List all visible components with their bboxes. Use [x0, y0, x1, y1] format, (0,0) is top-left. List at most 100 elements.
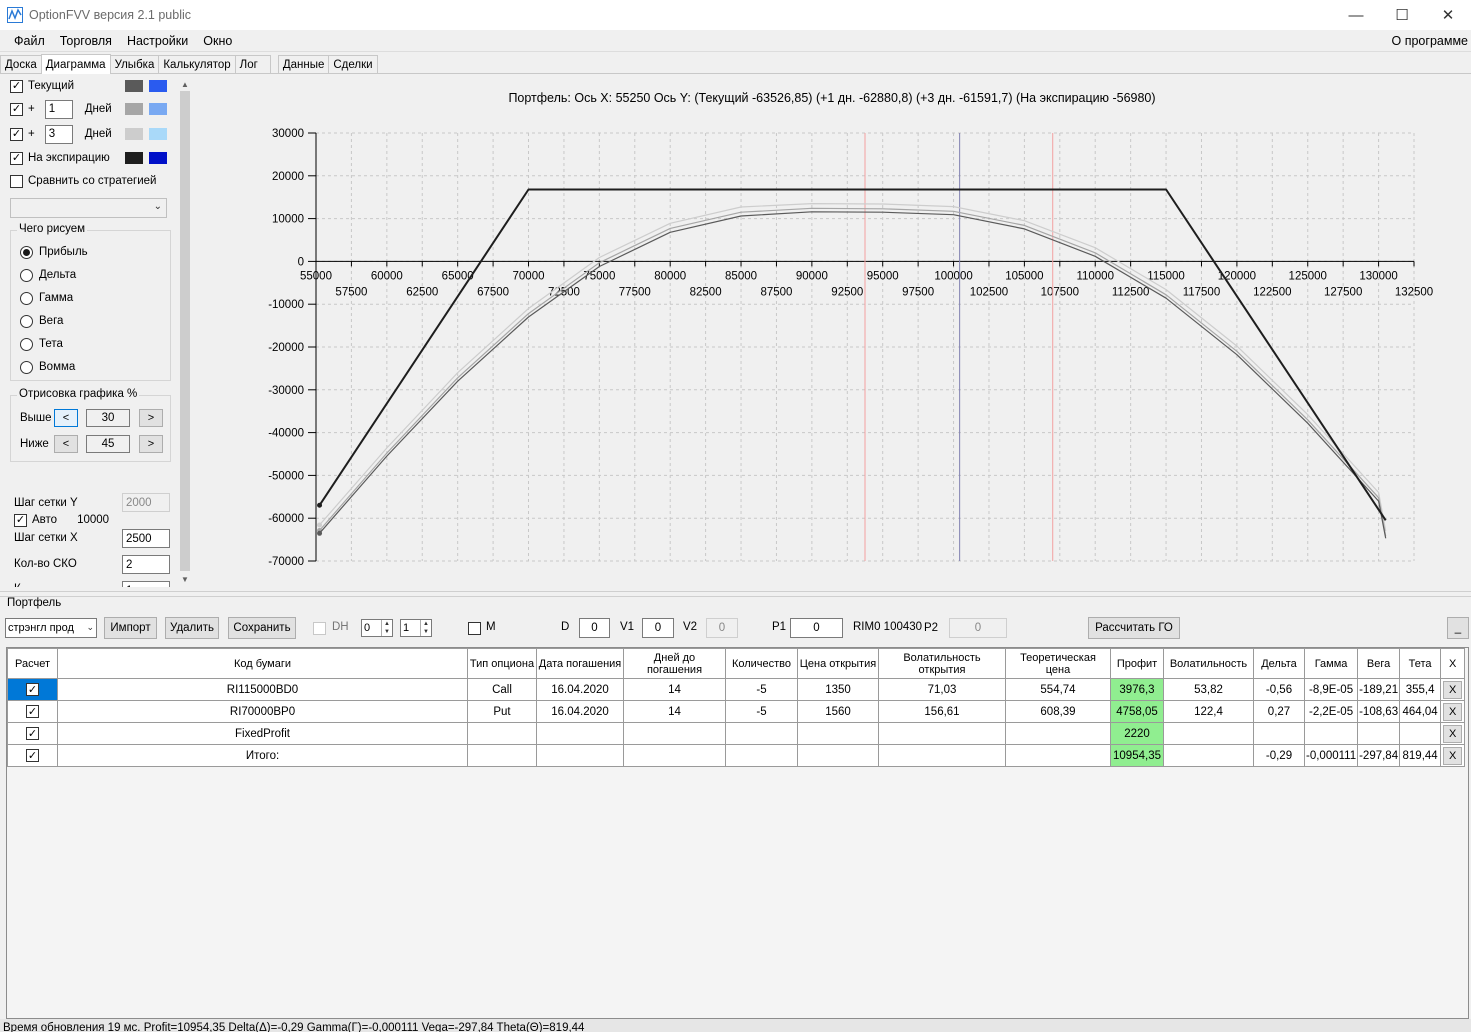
cell-vol[interactable]: 122,4	[1163, 700, 1254, 723]
cell-price[interactable]: 1350	[797, 678, 879, 701]
radio-theta-row[interactable]: Тета	[20, 334, 63, 354]
tab-smile[interactable]: Улыбка	[109, 55, 160, 73]
remove-row-button[interactable]: X	[1443, 724, 1463, 743]
cell-date[interactable]	[536, 722, 624, 745]
header-col-theta[interactable]: Тета	[1399, 648, 1442, 679]
cell-profit[interactable]: 4758,05	[1110, 700, 1164, 723]
radio-gamma-row[interactable]: Гамма	[20, 288, 73, 308]
profit-chart[interactable]: 3000020000100000-10000-20000-30000-40000…	[193, 75, 1471, 587]
p1-input[interactable]: 0	[790, 618, 843, 638]
cell-profit[interactable]: 10954,35	[1110, 744, 1164, 767]
cut-input[interactable]: 1	[122, 581, 170, 587]
cell-price[interactable]	[797, 744, 879, 767]
v2-input[interactable]: 0	[706, 618, 738, 638]
cell-vol-open[interactable]: 156,61	[878, 700, 1006, 723]
header-col-vega[interactable]: Вега	[1357, 648, 1401, 679]
cell-type[interactable]: Put	[467, 700, 537, 723]
calc-cell[interactable]	[7, 722, 58, 745]
cell-theo[interactable]: 554,74	[1005, 678, 1111, 701]
cell-code[interactable]: RI70000BP0	[57, 700, 468, 723]
header-col-remove[interactable]: X	[1440, 648, 1466, 679]
minimize-button[interactable]: —	[1333, 0, 1379, 30]
cell-type[interactable]	[467, 722, 537, 745]
header-col-code[interactable]: Код бумаги	[57, 648, 468, 679]
scroll-up-icon[interactable]: ▲	[178, 77, 192, 91]
plus1-days-input[interactable]: 1	[44, 99, 73, 119]
scroll-down-icon[interactable]: ▼	[178, 572, 192, 586]
above-decrease-button[interactable]: <	[54, 409, 78, 427]
cell-type[interactable]	[467, 744, 537, 767]
spin-2-arrows-icon[interactable]: ▲ ▼	[420, 620, 431, 636]
spin-1-arrows-icon[interactable]: ▲ ▼	[381, 620, 392, 636]
menu-window[interactable]: Окно	[196, 34, 239, 48]
cell-days[interactable]: 14	[623, 700, 726, 723]
tab-data[interactable]: Данные	[277, 55, 330, 73]
current-checkbox[interactable]	[10, 79, 23, 93]
cell-qty[interactable]	[725, 722, 798, 745]
remove-row-button[interactable]: X	[1443, 680, 1463, 699]
current-color-swatch[interactable]	[125, 80, 143, 92]
cell-gamma[interactable]: -2,2E-05	[1303, 700, 1359, 723]
header-col-profit[interactable]: Профит	[1110, 648, 1164, 679]
menu-about[interactable]: О программе	[1392, 34, 1468, 48]
calc-cell[interactable]	[7, 744, 58, 767]
strategy-compare-select[interactable]: ⌄	[10, 198, 167, 218]
table-row[interactable]: RI115000BD0Call16.04.202014-5135071,0355…	[7, 678, 1466, 701]
header-col-quantity[interactable]: Количество	[725, 648, 798, 679]
below-value[interactable]: 45	[86, 435, 130, 453]
plus1-color-swatch[interactable]	[125, 103, 143, 115]
spin-1[interactable]: 0 ▲ ▼	[361, 619, 393, 637]
cell-theta[interactable]: 819,44	[1399, 744, 1442, 767]
spin-2[interactable]: 1 ▲ ▼	[400, 619, 432, 637]
cell-gamma[interactable]	[1303, 722, 1359, 745]
menu-settings[interactable]: Настройки	[120, 34, 195, 48]
cell-code[interactable]: RI115000BD0	[57, 678, 468, 701]
header-col-delta[interactable]: Дельта	[1253, 648, 1305, 679]
tab-calculator[interactable]: Калькулятор	[158, 55, 236, 73]
cell-gamma[interactable]: -0,000111	[1303, 744, 1359, 767]
table-row[interactable]: FixedProfit 2220 X	[7, 722, 1466, 745]
below-increase-button[interactable]: >	[139, 435, 163, 453]
cell-qty[interactable]: -5	[725, 700, 798, 723]
v1-input[interactable]: 0	[642, 618, 674, 638]
save-button[interactable]: Сохранить	[228, 617, 296, 639]
cell-gamma[interactable]: -8,9E-05	[1303, 678, 1359, 701]
grid-x-input[interactable]: 2500	[122, 529, 170, 548]
cell-vol-open[interactable]	[878, 744, 1006, 767]
remove-row-button[interactable]: X	[1443, 746, 1463, 765]
cell-theo[interactable]: 608,39	[1005, 700, 1111, 723]
collapse-button[interactable]: _	[1447, 617, 1469, 639]
cell-date[interactable]: 16.04.2020	[536, 678, 624, 701]
expiry-color-swatch-alt[interactable]	[149, 152, 167, 164]
cell-delta[interactable]: -0,29	[1253, 744, 1305, 767]
radio-vomma[interactable]	[20, 360, 33, 374]
tab-deals[interactable]: Сделки	[328, 55, 378, 73]
cell-qty[interactable]	[725, 744, 798, 767]
tab-log[interactable]: Лог	[234, 55, 271, 73]
above-value[interactable]: 30	[86, 409, 130, 427]
menu-trading[interactable]: Торговля	[53, 34, 119, 48]
radio-vega-row[interactable]: Вега	[20, 311, 63, 331]
radio-profit-row[interactable]: Прибыль	[20, 242, 88, 262]
header-col-expiry-date[interactable]: Дата погашения	[536, 648, 624, 679]
cell-vega[interactable]: -189,21	[1357, 678, 1401, 701]
cell-vol[interactable]: 53,82	[1163, 678, 1254, 701]
below-decrease-button[interactable]: <	[54, 435, 78, 453]
radio-delta-row[interactable]: Дельта	[20, 265, 76, 285]
left-panel-scrollbar[interactable]: ▲ ▼	[178, 75, 192, 587]
scroll-thumb[interactable]	[180, 91, 190, 571]
cell-theo[interactable]	[1005, 722, 1111, 745]
current-color-swatch-alt[interactable]	[149, 80, 167, 92]
cell-days[interactable]: 14	[623, 678, 726, 701]
radio-theta[interactable]	[20, 337, 33, 351]
strategy-combo[interactable]: стрэнгл прод ⌄	[5, 618, 97, 638]
cell-theta[interactable]	[1399, 722, 1442, 745]
dh-checkbox[interactable]	[313, 622, 326, 635]
cell-code[interactable]: Итого:	[57, 744, 468, 767]
header-col-gamma[interactable]: Гамма	[1303, 648, 1359, 679]
radio-vomma-row[interactable]: Вомма	[20, 357, 75, 377]
header-col-option-type[interactable]: Тип опциона	[467, 648, 537, 679]
cell-qty[interactable]: -5	[725, 678, 798, 701]
calc-margin-button[interactable]: Рассчитать ГО	[1088, 617, 1180, 639]
cell-price[interactable]: 1560	[797, 700, 879, 723]
